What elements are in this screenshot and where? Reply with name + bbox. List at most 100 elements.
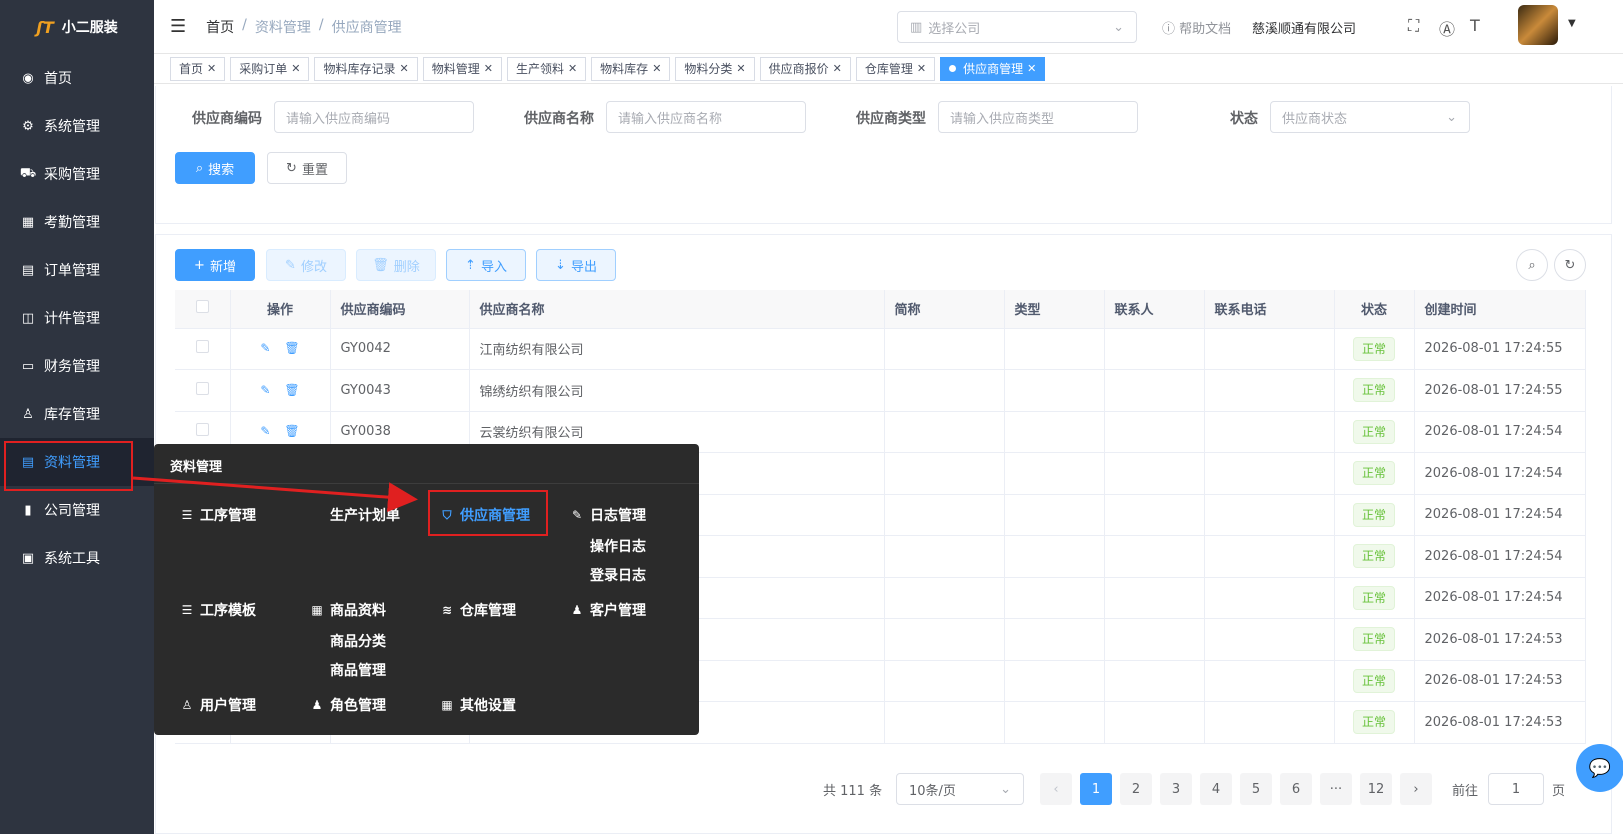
close-icon[interactable]: ✕ [568,62,577,75]
add-button[interactable]: + 新增 [175,249,255,281]
company-select[interactable]: ▥ 选择公司 ⌄ [897,11,1137,43]
tag-supplier-mgmt[interactable]: 供应商管理 ✕ [940,56,1046,81]
flyout-item-login-log[interactable]: 登录日志 [590,565,646,585]
menu-toggle-icon[interactable]: ☰ [170,16,186,37]
more-pages-button[interactable]: ··· [1320,773,1352,805]
sidebar-item-system[interactable]: ⚙ 系统管理 [0,102,154,150]
row-checkbox[interactable] [195,381,209,395]
search-button[interactable]: ⌕ 搜索 [175,152,255,184]
page-button[interactable]: 5 [1240,773,1272,805]
goto-page-input[interactable]: 1 [1488,773,1544,805]
sidebar-item-finance[interactable]: ▭ 财务管理 [0,342,154,390]
sidebar-item-home[interactable]: ◉ 首页 [0,54,154,102]
tag-material-stock[interactable]: 物料库存 ✕ [591,56,671,81]
chevron-down-icon: ⌄ [1113,19,1124,35]
flyout-item-warehouse[interactable]: ≋ 仓库管理 [440,600,516,620]
page-button[interactable]: 6 [1280,773,1312,805]
tag-warehouse[interactable]: 仓库管理 ✕ [855,56,936,81]
toolbox-icon: ▣ [21,550,35,566]
supplier-type-input[interactable]: 请输入供应商类型 [938,101,1138,133]
delete-button[interactable]: 🗑 删除 [356,249,436,281]
status-select[interactable]: 供应商状态 ⌄ [1270,101,1470,133]
sidebar-item-inventory[interactable]: ♙ 库存管理 [0,390,154,438]
row-checkbox[interactable] [195,340,209,354]
tag-home[interactable]: 首页 ✕ [170,56,226,81]
next-page-button[interactable]: › [1400,773,1432,805]
tag-material-category[interactable]: 物料分类 ✕ [675,56,755,81]
sidebar-item-orders[interactable]: ▤ 订单管理 [0,246,154,294]
refresh-icon[interactable]: ↻ [1554,249,1586,281]
supplier-name-input[interactable]: 请输入供应商名称 [606,101,806,133]
tag-supplier-quote[interactable]: 供应商报价 ✕ [759,56,851,81]
flyout-item-template[interactable]: ☰ 工序模板 [180,600,256,620]
close-icon[interactable]: ✕ [652,62,661,75]
select-all-checkbox[interactable] [195,300,209,314]
flyout-item-goods-category[interactable]: 商品分类 [330,631,386,651]
tag-material-mgmt[interactable]: 物料管理 ✕ [422,56,502,81]
sidebar: ʃT 小二服装 ◉ 首页 ⚙ 系统管理 ⛟ 采购管理 ▦ 考勤管理 ▤ 订单管理 ◫ 计件管… [0,0,154,834]
sidebar-item-purchase[interactable]: ⛟ 采购管理 [0,150,154,198]
tag-purchase-order[interactable]: 采购订单 ✕ [230,56,310,81]
edit-icon[interactable]: ✎ [260,341,270,355]
table-row[interactable]: ✎ 🗑 GY0043 锦绣纺织有限公司 正常 2026-08-01 17:24:55 [175,369,1586,412]
sidebar-item-data[interactable]: ▤ 资料管理 [0,438,154,486]
chat-icon[interactable]: 💬 [1576,744,1623,792]
flyout-item-goods-mgmt[interactable]: 商品管理 [330,660,386,680]
edit-button[interactable]: ✎ 修改 [266,249,346,281]
tag-material-stock-record[interactable]: 物料库存记录 ✕ [314,56,418,81]
close-icon[interactable]: ✕ [207,62,216,75]
close-icon[interactable]: ✕ [1027,62,1036,75]
table-row[interactable]: ✎ 🗑 GY0042 江南纺织有限公司 正常 2026-08-01 17:24:55 [175,328,1586,370]
fullscreen-icon[interactable]: ⛶ [1408,16,1419,36]
flyout-item-plan[interactable]: 生产计划单 [330,505,400,525]
translate-icon[interactable]: Ⓐ [1439,16,1455,40]
flyout-item-supplier[interactable]: ⛉ 供应商管理 [440,505,530,525]
breadcrumb-data[interactable]: 资料管理 [255,17,311,37]
flyout-item-role[interactable]: ♟ 角色管理 [310,695,386,715]
flyout-item-other[interactable]: ▦ 其他设置 [440,695,516,715]
row-checkbox[interactable] [195,423,209,437]
trash-icon[interactable]: 🗑 [284,424,299,438]
page-button[interactable]: 2 [1120,773,1152,805]
trash-icon[interactable]: 🗑 [284,341,299,355]
page-button[interactable]: 4 [1200,773,1232,805]
trash-icon[interactable]: 🗑 [284,383,299,397]
close-icon[interactable]: ✕ [484,62,493,75]
breadcrumb-home[interactable]: 首页 [206,17,234,37]
flyout-item-user[interactable]: ♙ 用户管理 [180,695,256,715]
sidebar-item-tools[interactable]: ▣ 系统工具 [0,534,154,582]
page-button[interactable]: 3 [1160,773,1192,805]
toggle-search-icon[interactable]: ⌕ [1516,249,1548,281]
page-button[interactable]: 12 [1360,773,1392,805]
page-button[interactable]: 1 [1080,773,1112,805]
sidebar-item-piecework[interactable]: ◫ 计件管理 [0,294,154,342]
header: ☰ 首页 / 资料管理 / 供应商管理 ▥ 选择公司 ⌄ ⓘ 帮助文档 慈溪顺通… [154,0,1623,54]
caret-down-icon[interactable]: ▼ [1568,18,1576,29]
close-icon[interactable]: ✕ [399,62,408,75]
sidebar-item-company[interactable]: ▮ 公司管理 [0,486,154,534]
help-link[interactable]: ⓘ 帮助文档 [1162,18,1231,37]
flyout-item-process[interactable]: ☰ 工序管理 [180,505,256,525]
edit-icon[interactable]: ✎ [260,383,270,397]
flyout-item-log[interactable]: ✎ 日志管理 [570,505,646,525]
import-button[interactable]: ⇡ 导入 [446,249,526,281]
close-icon[interactable]: ✕ [291,62,300,75]
flyout-item-goods[interactable]: ▦ 商品资料 [310,600,386,620]
close-icon[interactable]: ✕ [833,62,842,75]
prev-page-button[interactable]: ‹ [1040,773,1072,805]
supplier-code-input[interactable]: 请输入供应商编码 [274,101,474,133]
font-size-icon[interactable]: T [1470,16,1480,35]
close-icon[interactable]: ✕ [736,62,745,75]
tag-production-picking[interactable]: 生产领料 ✕ [506,56,587,81]
reset-button[interactable]: ↻ 重置 [267,152,347,184]
export-button[interactable]: ⇣ 导出 [536,249,616,281]
sidebar-item-attendance[interactable]: ▦ 考勤管理 [0,198,154,246]
flyout-item-customer[interactable]: ♟ 客户管理 [570,600,646,620]
close-icon[interactable]: ✕ [917,62,926,75]
page-size-select[interactable]: 10条/页 ⌄ [896,773,1024,805]
edit-icon[interactable]: ✎ [260,424,270,438]
avatar[interactable] [1518,5,1558,45]
created-time-cell: 2026-08-01 17:24:53 [1414,618,1586,661]
created-time-cell: 2026-08-01 17:24:53 [1414,701,1586,744]
flyout-item-op-log[interactable]: 操作日志 [590,536,646,556]
